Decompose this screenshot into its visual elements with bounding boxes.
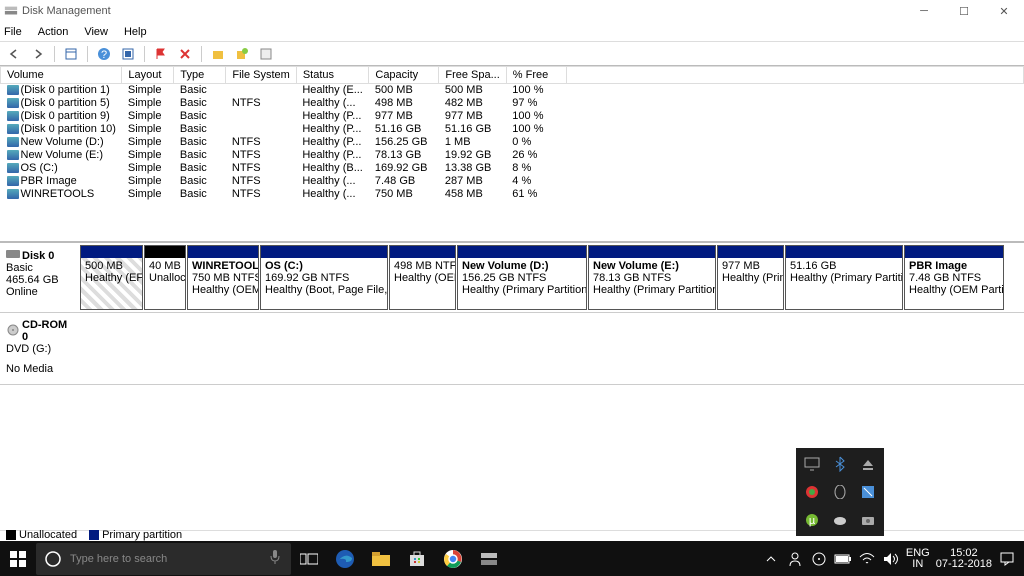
snip-icon[interactable] <box>858 482 878 502</box>
taskbar[interactable]: Type here to search ENGIN 15:0207-12-201… <box>0 541 1024 576</box>
partition[interactable]: 51.16 GBHealthy (Primary Partition) <box>785 245 903 310</box>
disk-0-header: Disk 0 Basic 465.64 GB Online <box>2 245 80 310</box>
volume-row[interactable]: (Disk 0 partition 10)SimpleBasicHealthy … <box>1 123 1024 136</box>
new-icon[interactable] <box>232 44 252 64</box>
delete-icon[interactable] <box>175 44 195 64</box>
col-free[interactable]: % Free <box>506 67 566 84</box>
volume-icon[interactable] <box>882 550 900 568</box>
volume-row[interactable]: WINRETOOLSSimpleBasicNTFSHealthy (...750… <box>1 188 1024 201</box>
col-volume[interactable]: Volume <box>1 67 122 84</box>
title-bar: Disk Management ─ ☐ ✕ <box>0 0 1024 22</box>
cdrom-header: CD-ROM 0 DVD (G:) No Media <box>2 315 80 382</box>
mouse-icon[interactable] <box>830 482 850 502</box>
people-icon[interactable] <box>786 550 804 568</box>
start-button[interactable] <box>0 541 36 576</box>
language-indicator[interactable]: ENGIN <box>906 548 930 570</box>
tray-overflow[interactable]: µ <box>796 448 884 536</box>
disk-icon <box>6 249 20 262</box>
partition[interactable]: 498 MB NTFSHealthy (OEM <box>389 245 456 310</box>
cdrom-icon <box>6 324 20 339</box>
camera-icon[interactable] <box>858 510 878 530</box>
window-title: Disk Management <box>22 5 111 17</box>
volume-list[interactable]: VolumeLayoutTypeFile SystemStatusCapacit… <box>0 66 1024 243</box>
cdrom-row[interactable]: CD-ROM 0 DVD (G:) No Media <box>0 313 1024 385</box>
task-view-icon[interactable] <box>291 541 327 576</box>
torrent-icon[interactable]: µ <box>802 510 822 530</box>
partition[interactable]: 40 MBUnalloc <box>144 245 186 310</box>
cortana-icon <box>36 550 70 568</box>
search-bar[interactable]: Type here to search <box>36 543 291 575</box>
graphical-view: Disk 0 Basic 465.64 GB Online 500 MBHeal… <box>0 243 1024 388</box>
eject-icon[interactable] <box>858 454 878 474</box>
help-icon[interactable]: ? <box>94 44 114 64</box>
tray-chevron-icon[interactable] <box>762 550 780 568</box>
menu-bar: File Action View Help <box>0 22 1024 42</box>
primary-swatch <box>89 530 99 540</box>
menu-view[interactable]: View <box>84 26 108 38</box>
back-button[interactable] <box>4 44 24 64</box>
location-icon[interactable] <box>810 550 828 568</box>
legend: Unallocated Primary partition <box>6 529 182 541</box>
minimize-button[interactable]: ─ <box>904 0 944 22</box>
partition[interactable]: New Volume (D:)156.25 GB NTFSHealthy (Pr… <box>457 245 587 310</box>
menu-action[interactable]: Action <box>38 26 69 38</box>
col-capacity[interactable]: Capacity <box>369 67 439 84</box>
clock[interactable]: 15:0207-12-2018 <box>936 548 992 570</box>
col-layout[interactable]: Layout <box>122 67 174 84</box>
col-filesystem[interactable]: File System <box>226 67 296 84</box>
bluetooth-icon[interactable] <box>830 454 850 474</box>
svg-text:?: ? <box>101 49 107 61</box>
col-type[interactable]: Type <box>174 67 226 84</box>
partition[interactable]: OS (C:)169.92 GB NTFSHealthy (Boot, Page… <box>260 245 388 310</box>
battery-icon[interactable] <box>834 550 852 568</box>
col-status[interactable]: Status <box>296 67 369 84</box>
security-icon[interactable] <box>802 482 822 502</box>
partition[interactable]: WINRETOOLS750 MB NTFSHealthy (OEM P <box>187 245 259 310</box>
partition[interactable]: PBR Image7.48 GB NTFSHealthy (OEM Partit… <box>904 245 1004 310</box>
disk-mgmt-taskbar-icon[interactable] <box>471 541 507 576</box>
close-button[interactable]: ✕ <box>984 0 1024 22</box>
display-icon[interactable] <box>802 454 822 474</box>
volume-row[interactable]: New Volume (E:)SimpleBasicNTFSHealthy (P… <box>1 149 1024 162</box>
chrome-icon[interactable] <box>435 541 471 576</box>
volume-row[interactable]: (Disk 0 partition 9)SimpleBasicHealthy (… <box>1 110 1024 123</box>
explorer-icon[interactable] <box>363 541 399 576</box>
maximize-button[interactable]: ☐ <box>944 0 984 22</box>
system-tray: ENGIN 15:0207-12-2018 <box>762 541 1024 576</box>
col-freespa[interactable]: Free Spa... <box>439 67 506 84</box>
edge-icon[interactable] <box>327 541 363 576</box>
disk-0-row[interactable]: Disk 0 Basic 465.64 GB Online 500 MBHeal… <box>0 243 1024 313</box>
partition[interactable]: 977 MBHealthy (Primar <box>717 245 784 310</box>
volume-row[interactable]: PBR ImageSimpleBasicNTFSHealthy (...7.48… <box>1 175 1024 188</box>
menu-help[interactable]: Help <box>124 26 147 38</box>
volume-row[interactable]: OS (C:)SimpleBasicNTFSHealthy (B...169.9… <box>1 162 1024 175</box>
volume-row[interactable]: (Disk 0 partition 1)SimpleBasicHealthy (… <box>1 84 1024 97</box>
volume-row[interactable]: New Volume (D:)SimpleBasicNTFSHealthy (P… <box>1 136 1024 149</box>
flag-icon[interactable] <box>151 44 171 64</box>
svg-text:µ: µ <box>809 515 816 527</box>
refresh-icon[interactable] <box>118 44 138 64</box>
wifi-icon[interactable] <box>858 550 876 568</box>
cloud-icon[interactable] <box>830 510 850 530</box>
properties-icon[interactable] <box>256 44 276 64</box>
menu-file[interactable]: File <box>4 26 22 38</box>
toolbar: ? <box>0 42 1024 66</box>
mic-icon[interactable] <box>269 549 291 568</box>
search-placeholder: Type here to search <box>70 553 167 565</box>
notifications-icon[interactable] <box>998 550 1016 568</box>
volume-row[interactable]: (Disk 0 partition 5)SimpleBasicNTFSHealt… <box>1 97 1024 110</box>
store-icon[interactable] <box>399 541 435 576</box>
partition[interactable]: New Volume (E:)78.13 GB NTFSHealthy (Pri… <box>588 245 716 310</box>
partition[interactable]: 500 MBHealthy (EFI Sy <box>80 245 143 310</box>
unallocated-swatch <box>6 530 16 540</box>
forward-button[interactable] <box>28 44 48 64</box>
disk-mgmt-icon <box>4 4 18 18</box>
folder-icon[interactable] <box>208 44 228 64</box>
show-hide-icon[interactable] <box>61 44 81 64</box>
